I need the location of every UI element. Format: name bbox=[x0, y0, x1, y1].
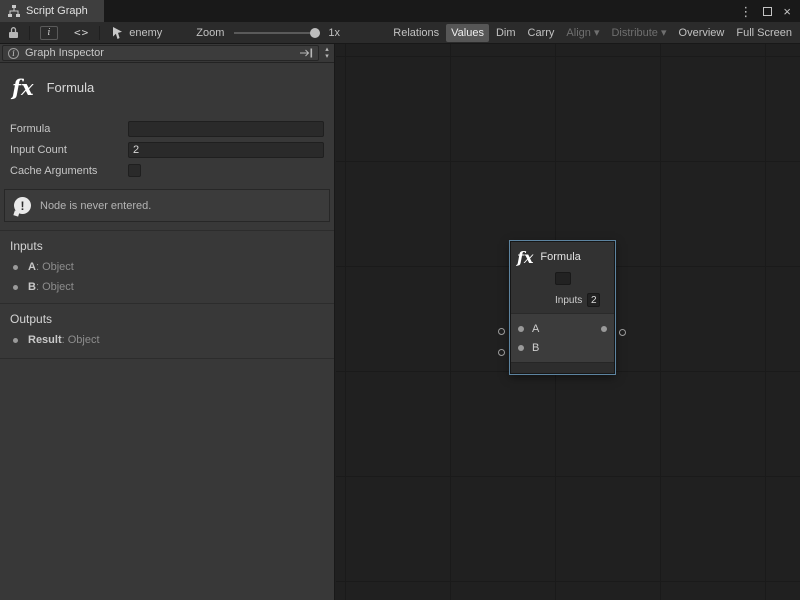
input-count-field-row: Input Count bbox=[10, 141, 324, 158]
zoom-slider-handle[interactable] bbox=[310, 28, 320, 38]
inputs-section-title: Inputs bbox=[10, 239, 324, 253]
relations-button[interactable]: Relations bbox=[388, 24, 444, 42]
cache-arguments-field-row: Cache Arguments bbox=[10, 162, 324, 179]
port-icon bbox=[13, 338, 18, 343]
port-name: B bbox=[28, 281, 36, 293]
port-icon bbox=[13, 285, 18, 290]
window-controls: ⋮ × bbox=[739, 0, 800, 22]
window-menu-icon[interactable]: ⋮ bbox=[739, 5, 752, 18]
formula-node-ports: A B bbox=[511, 313, 614, 362]
input-count-label: Input Count bbox=[10, 144, 128, 156]
lock-icon[interactable] bbox=[8, 26, 19, 39]
carry-button[interactable]: Carry bbox=[523, 24, 560, 42]
fx-icon: fx bbox=[517, 248, 533, 267]
outputs-section: Outputs Result : Object bbox=[0, 303, 334, 359]
unit-title-section: fx Formula bbox=[0, 63, 334, 116]
input-count-input[interactable] bbox=[128, 142, 324, 158]
inputs-section: Inputs A : Object B : Object bbox=[0, 230, 334, 303]
port-name: A bbox=[28, 261, 36, 273]
main-area: i Graph Inspector ▴ ▾ fx Formula bbox=[0, 44, 800, 600]
unity-script-graph-window: Script Graph ⋮ × i <> enemy Zoom bbox=[0, 0, 800, 600]
distribute-button[interactable]: Distribute ▾ bbox=[606, 23, 671, 42]
formula-field-label: Formula bbox=[10, 123, 128, 135]
formula-field-row: Formula bbox=[10, 120, 324, 137]
zoom-slider-track bbox=[234, 32, 320, 34]
info-icon: i bbox=[8, 48, 19, 59]
graph-canvas[interactable]: fx Formula Inputs 2 A bbox=[336, 44, 800, 600]
values-button[interactable]: Values bbox=[446, 24, 489, 42]
window-tab-bar: Script Graph ⋮ × bbox=[0, 0, 800, 22]
node-inputs-count[interactable]: 2 bbox=[587, 293, 600, 307]
formula-node-header: fx Formula Inputs 2 bbox=[511, 242, 614, 313]
cache-arguments-label: Cache Arguments bbox=[10, 165, 128, 177]
scroll-down-icon[interactable]: ▾ bbox=[325, 53, 329, 60]
maximize-icon[interactable] bbox=[763, 7, 772, 16]
graph-inspector-panel: i Graph Inspector ▴ ▾ fx Formula bbox=[0, 44, 335, 600]
input-port-b-icon[interactable] bbox=[518, 345, 524, 351]
warning-box: ! Node is never entered. bbox=[4, 189, 330, 222]
dim-button[interactable]: Dim bbox=[491, 24, 521, 42]
graph-name: enemy bbox=[129, 27, 162, 39]
cursor-icon bbox=[112, 27, 123, 39]
outputs-section-title: Outputs bbox=[10, 312, 324, 326]
port-icon bbox=[13, 265, 18, 270]
info-icon[interactable]: i bbox=[40, 26, 58, 40]
input-socket-a[interactable] bbox=[498, 328, 505, 335]
inspector-fields: Formula Input Count Cache Arguments bbox=[0, 116, 334, 179]
port-type: : Object bbox=[36, 281, 74, 293]
input-port-a-icon[interactable] bbox=[518, 326, 524, 332]
tab-script-graph[interactable]: Script Graph bbox=[0, 0, 104, 22]
output-socket-result[interactable] bbox=[619, 329, 626, 336]
node-title: Formula bbox=[540, 251, 580, 263]
scroll-up-icon[interactable]: ▴ bbox=[325, 46, 329, 53]
graph-toolbar: i <> enemy Zoom 1x Relations Values Dim … bbox=[0, 22, 800, 44]
node-formula-input[interactable] bbox=[555, 272, 571, 285]
output-port-result-icon[interactable] bbox=[601, 326, 607, 332]
toolbar-buttons: Relations Values Dim Carry Align ▾ Distr… bbox=[388, 23, 800, 42]
inspector-header: i Graph Inspector ▴ ▾ bbox=[0, 44, 334, 63]
cache-arguments-checkbox[interactable] bbox=[128, 164, 141, 177]
unit-title: Formula bbox=[47, 80, 95, 95]
graph-icon bbox=[8, 5, 20, 17]
toolbar-divider bbox=[29, 26, 30, 40]
overview-button[interactable]: Overview bbox=[674, 24, 730, 42]
zoom-label: Zoom bbox=[196, 27, 224, 39]
warning-text: Node is never entered. bbox=[40, 200, 151, 212]
graph-breadcrumb[interactable]: enemy bbox=[112, 27, 162, 39]
formula-node[interactable]: fx Formula Inputs 2 A bbox=[510, 241, 615, 374]
toolbar-divider bbox=[99, 26, 100, 40]
dock-icon[interactable] bbox=[300, 48, 313, 58]
fx-icon: fx bbox=[12, 75, 34, 100]
output-port-row-result: Result : Object bbox=[10, 330, 324, 350]
tab-label: Script Graph bbox=[26, 5, 88, 17]
node-port-row-a: A bbox=[518, 319, 607, 338]
formula-node-footer bbox=[511, 362, 614, 373]
formula-input[interactable] bbox=[128, 121, 324, 137]
port-type: : Object bbox=[36, 261, 74, 273]
align-button[interactable]: Align ▾ bbox=[561, 23, 604, 42]
node-inputs-label: Inputs bbox=[555, 295, 582, 306]
warning-icon: ! bbox=[14, 197, 31, 214]
panel-scroll-arrows[interactable]: ▴ ▾ bbox=[320, 44, 334, 62]
zoom-slider[interactable] bbox=[234, 27, 320, 39]
inspector-header-title: Graph Inspector bbox=[25, 47, 104, 59]
node-port-label: B bbox=[532, 342, 539, 354]
port-type: : Object bbox=[62, 334, 100, 346]
input-port-row-b: B : Object bbox=[10, 277, 324, 297]
port-name: Result bbox=[28, 334, 62, 346]
code-icon[interactable]: <> bbox=[74, 26, 89, 39]
inspector-header-field[interactable]: i Graph Inspector bbox=[2, 45, 319, 61]
node-port-row-b: B bbox=[518, 338, 607, 357]
close-icon[interactable]: × bbox=[783, 5, 791, 18]
node-port-label: A bbox=[532, 323, 539, 335]
zoom-value: 1x bbox=[328, 27, 340, 39]
fullscreen-button[interactable]: Full Screen bbox=[731, 24, 797, 42]
input-port-row-a: A : Object bbox=[10, 257, 324, 277]
input-socket-b[interactable] bbox=[498, 349, 505, 356]
